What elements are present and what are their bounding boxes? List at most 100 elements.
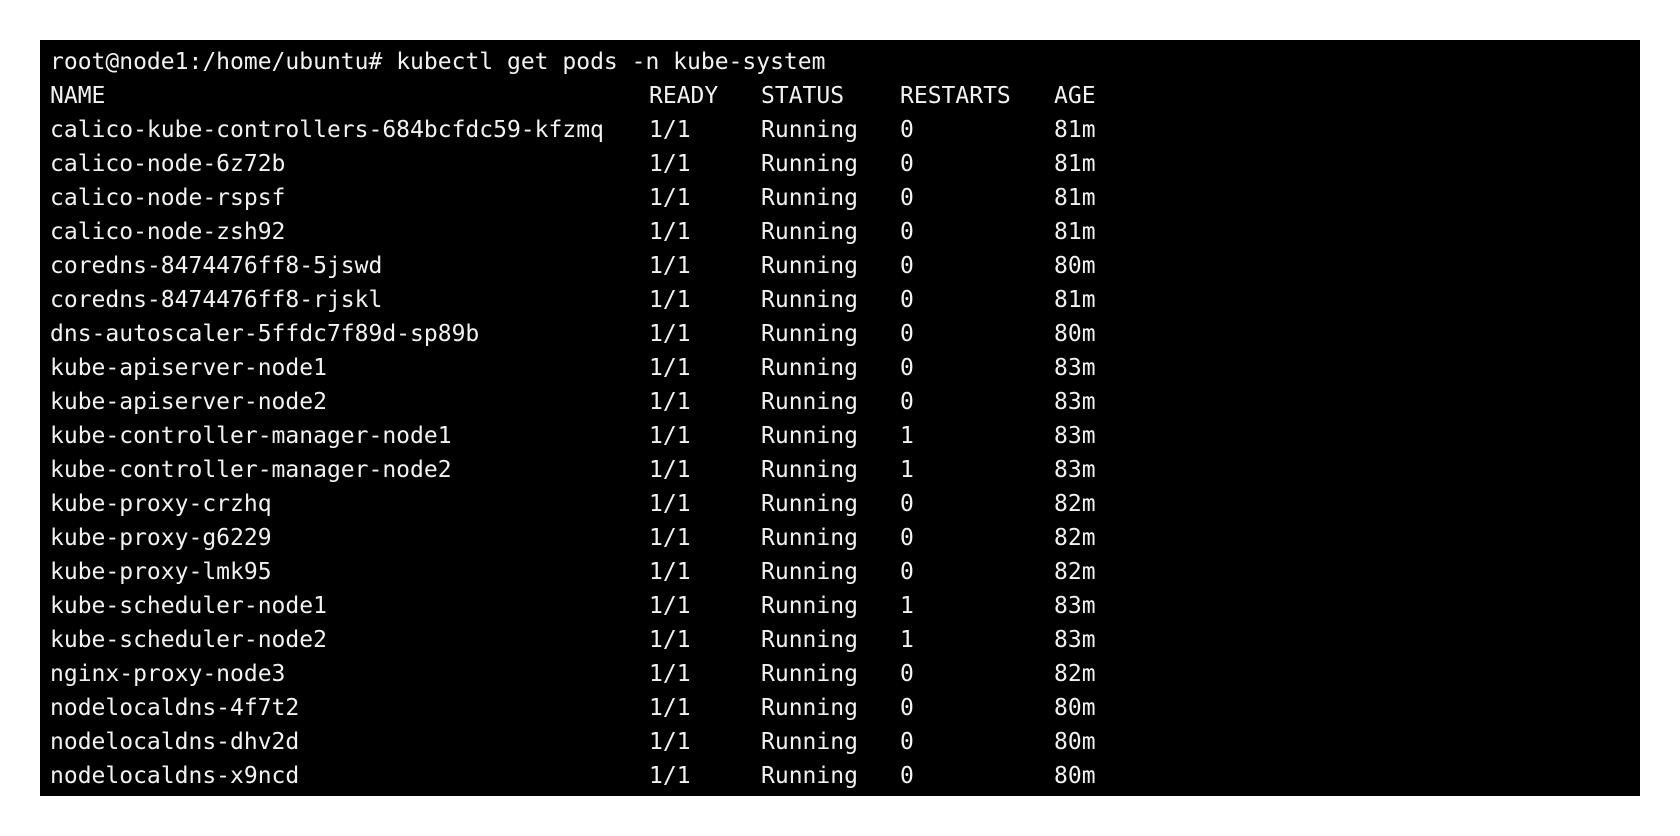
pod-name: kube-apiserver-node2 (50, 389, 327, 415)
pod-age: 83m (1054, 389, 1096, 415)
pod-age: 80m (1054, 763, 1096, 789)
pod-restarts: 1 (900, 423, 914, 449)
pod-name: kube-scheduler-node1 (50, 593, 327, 619)
pod-ready: 1/1 (649, 389, 691, 415)
pod-restarts: 0 (900, 253, 914, 279)
table-row: calico-node-zsh92 1/1 Running 0 81m (50, 215, 1640, 249)
pod-restarts: 0 (900, 525, 914, 551)
pod-restarts: 1 (900, 627, 914, 653)
command-line: root@node1:/home/ubuntu# kubectl get pod… (50, 45, 1640, 79)
table-row: nodelocaldns-4f7t2 1/1 Running 0 80m (50, 691, 1640, 725)
pod-status: Running (761, 763, 858, 789)
pod-age: 83m (1054, 355, 1096, 381)
pod-age: 80m (1054, 729, 1096, 755)
table-row: coredns-8474476ff8-5jswd 1/1 Running 0 80m (50, 249, 1640, 283)
header-age: AGE (1054, 83, 1096, 109)
table-row: kube-proxy-crzhq 1/1 Running 0 82m (50, 487, 1640, 521)
pod-age: 81m (1054, 185, 1096, 211)
pod-name: calico-node-rspsf (50, 185, 286, 211)
pod-status: Running (761, 253, 858, 279)
pod-restarts: 0 (900, 763, 914, 789)
pod-name: calico-node-zsh92 (50, 219, 286, 245)
pod-restarts: 0 (900, 729, 914, 755)
table-row: calico-kube-controllers-684bcfdc59-kfzmq… (50, 113, 1640, 147)
pod-restarts: 0 (900, 355, 914, 381)
pod-status: Running (761, 627, 858, 653)
pod-ready: 1/1 (649, 253, 691, 279)
pod-name: kube-controller-manager-node2 (50, 457, 452, 483)
table-row: calico-node-6z72b 1/1 Running 0 81m (50, 147, 1640, 181)
shell-prompt: root@node1:/home/ubuntu# (50, 49, 383, 75)
table-row: kube-proxy-g6229 1/1 Running 0 82m (50, 521, 1640, 555)
table-row: dns-autoscaler-5ffdc7f89d-sp89b 1/1 Runnin… (50, 317, 1640, 351)
pod-ready: 1/1 (649, 593, 691, 619)
table-header: NAME READY STATUS RESTARTS AGE (50, 79, 1640, 113)
pod-name: nodelocaldns-4f7t2 (50, 695, 300, 721)
table-row: calico-node-rspsf 1/1 Running 0 81m (50, 181, 1640, 215)
header-ready: READY (649, 83, 719, 109)
pod-status: Running (761, 321, 858, 347)
pod-restarts: 1 (900, 593, 914, 619)
pod-restarts: 0 (900, 185, 914, 211)
pod-status: Running (761, 185, 858, 211)
pod-status: Running (761, 729, 858, 755)
pod-status: Running (761, 117, 858, 143)
pod-restarts: 0 (900, 117, 914, 143)
command-text: kubectl get pods -n kube-system (396, 49, 826, 75)
pod-name: calico-node-6z72b (50, 151, 286, 177)
pod-ready: 1/1 (649, 185, 691, 211)
table-row: kube-controller-manager-node1 1/1 Running 1… (50, 419, 1640, 453)
header-name: NAME (50, 83, 106, 109)
table-row: nginx-proxy-node3 1/1 Running 0 82m (50, 657, 1640, 691)
pod-ready: 1/1 (649, 525, 691, 551)
pod-ready: 1/1 (649, 355, 691, 381)
pod-ready: 1/1 (649, 457, 691, 483)
table-row: coredns-8474476ff8-rjskl 1/1 Running 0 81m (50, 283, 1640, 317)
terminal-window[interactable]: root@node1:/home/ubuntu# kubectl get pod… (40, 40, 1640, 796)
pod-name: kube-proxy-crzhq (50, 491, 272, 517)
pod-age: 82m (1054, 491, 1096, 517)
table-row: kube-proxy-lmk95 1/1 Running 0 82m (50, 555, 1640, 589)
pod-restarts: 0 (900, 491, 914, 517)
pod-status: Running (761, 355, 858, 381)
pod-age: 80m (1054, 253, 1096, 279)
pod-name: kube-proxy-lmk95 (50, 559, 272, 585)
table-row: kube-controller-manager-node2 1/1 Running 1… (50, 453, 1640, 487)
pod-status: Running (761, 491, 858, 517)
pod-status: Running (761, 219, 858, 245)
table-row: kube-apiserver-node2 1/1 Running 0 83m (50, 385, 1640, 419)
pod-ready: 1/1 (649, 627, 691, 653)
table-row: kube-scheduler-node2 1/1 Running 1 83m (50, 623, 1640, 657)
pod-restarts: 0 (900, 661, 914, 687)
pod-name: nodelocaldns-dhv2d (50, 729, 300, 755)
pod-age: 81m (1054, 287, 1096, 313)
pod-ready: 1/1 (649, 151, 691, 177)
pod-restarts: 0 (900, 219, 914, 245)
pod-age: 82m (1054, 661, 1096, 687)
header-restarts: RESTARTS (900, 83, 1011, 109)
pod-restarts: 0 (900, 389, 914, 415)
pod-ready: 1/1 (649, 423, 691, 449)
pod-status: Running (761, 151, 858, 177)
pod-age: 83m (1054, 593, 1096, 619)
pod-name: kube-proxy-g6229 (50, 525, 272, 551)
table-row: nodelocaldns-dhv2d 1/1 Running 0 80m (50, 725, 1640, 759)
pod-ready: 1/1 (649, 321, 691, 347)
pod-ready: 1/1 (649, 729, 691, 755)
table-row: kube-scheduler-node1 1/1 Running 1 83m (50, 589, 1640, 623)
pod-age: 81m (1054, 151, 1096, 177)
pod-age: 82m (1054, 559, 1096, 585)
pod-name: coredns-8474476ff8-rjskl (50, 287, 383, 313)
pod-age: 81m (1054, 117, 1096, 143)
pod-restarts: 1 (900, 457, 914, 483)
pod-ready: 1/1 (649, 219, 691, 245)
pod-status: Running (761, 423, 858, 449)
pod-status: Running (761, 559, 858, 585)
pod-status: Running (761, 389, 858, 415)
pod-status: Running (761, 695, 858, 721)
pod-age: 83m (1054, 457, 1096, 483)
pod-name: calico-kube-controllers-684bcfdc59-kfzmq (50, 117, 604, 143)
pod-age: 80m (1054, 695, 1096, 721)
pod-ready: 1/1 (649, 661, 691, 687)
pod-age: 83m (1054, 627, 1096, 653)
